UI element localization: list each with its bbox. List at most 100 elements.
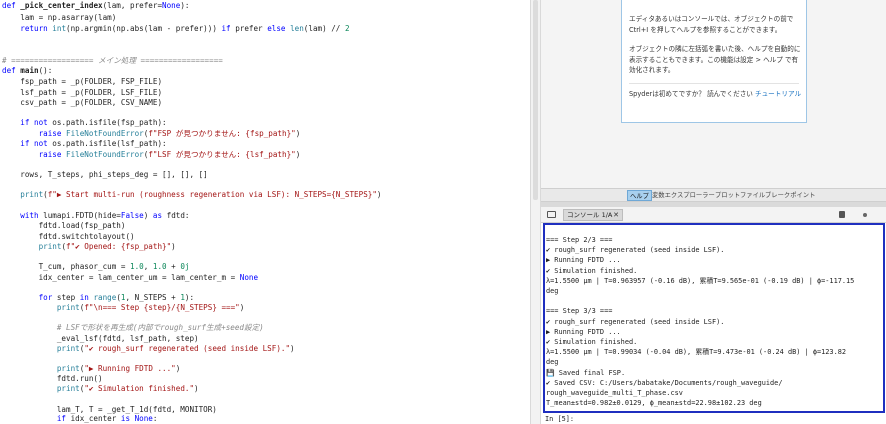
code-token: ): [290, 344, 295, 353]
code-line[interactable]: print("✔ Simulation finished."): [2, 384, 199, 394]
tab-help[interactable]: ヘルプ: [627, 190, 652, 201]
help-pane: エディタあるいはコンソールでは、オブジェクトの前で Ctrl+I を押してヘルプ…: [541, 0, 886, 188]
code-token: ):: [184, 293, 195, 302]
code-line[interactable]: for step in range(1, N_STEPS + 1):: [2, 293, 195, 303]
code-line[interactable]: if not os.path.isfile(fsp_path):: [2, 118, 166, 128]
console-line: deg: [546, 287, 559, 295]
console-line: ✔ rough_surf regenerated (seed inside LS…: [546, 246, 725, 255]
options-menu-icon[interactable]: [863, 213, 867, 217]
code-line[interactable]: print("▶ Running FDTD ..."): [2, 364, 180, 374]
tab-breakpoints[interactable]: ブレークポイント: [763, 190, 817, 201]
code-token: fdtd:: [162, 211, 190, 220]
console-header: コンソール 1/A ✕: [541, 207, 886, 223]
code-line[interactable]: if not os.path.isfile(lsf_path):: [2, 139, 167, 149]
code-token: 1.0: [130, 262, 144, 271]
console-line: ✔ rough_surf regenerated (seed inside LS…: [546, 317, 725, 326]
code-token: FileNotFoundError: [66, 150, 144, 159]
code-token: ): [171, 242, 176, 251]
code-token: f"✔ Opened: {fsp_path}": [66, 242, 172, 251]
code-token: f"\n=== Step {step}/{N_STEPS} ===": [84, 303, 240, 312]
code-token: f"▶ Start multi-run (roughness regenerat…: [47, 190, 377, 199]
code-token: fdtd.run(): [2, 374, 103, 383]
code-token: is None: [120, 414, 153, 423]
close-icon[interactable]: ✕: [613, 210, 619, 220]
code-token: os.path.isfile(lsf_path):: [52, 139, 167, 148]
code-token: fdtd.load(fsp_path): [2, 221, 126, 230]
code-line[interactable]: lam = np.asarray(lam): [2, 13, 116, 23]
code-token: "✔ Simulation finished.": [84, 384, 195, 393]
code-token: ): [376, 190, 382, 199]
code-line[interactable]: def _pick_center_index(lam, prefer=None)…: [2, 1, 189, 11]
console-line: ✔ Saved CSV: C:/Users/babatake/Documents…: [546, 378, 783, 387]
help-text-auto-help: オブジェクトの隣に左括弧を書いた後、ヘルプを自動的に表示することもできます。この…: [629, 45, 801, 74]
console-output[interactable]: === Step 2/3 === ✔ rough_surf regenerated…: [543, 223, 885, 413]
tutorial-prompt: Spyderは初めてですか？ 読んでください: [629, 90, 755, 98]
code-token: # LSFで形状を再生成(内部でrough_surf生成+seed設定): [2, 323, 264, 332]
code-line[interactable]: T_cum, phasor_cum = 1.0, 1.0 + 0j: [2, 262, 190, 272]
code-token: print: [2, 344, 80, 353]
code-line[interactable]: fsp_path = _p(FOLDER, FSP_FILE): [2, 77, 162, 87]
code-token: ):: [180, 1, 190, 10]
code-token: lumapi.FDTD(hide=: [43, 211, 121, 220]
code-token: T_cum, phasor_cum =: [2, 262, 131, 271]
code-token: def: [2, 1, 21, 10]
code-token: if not: [2, 118, 53, 127]
folder-icon[interactable]: [547, 211, 556, 218]
code-token: ): [295, 129, 301, 138]
code-line[interactable]: def main():: [2, 66, 52, 76]
console-line: λ=1.5500 µm | T=0.963957 (-0.16 dB), 累積T…: [546, 276, 855, 285]
code-token: len: [290, 24, 304, 33]
code-line[interactable]: lsf_path = _p(FOLDER, LSF_FILE): [2, 88, 162, 98]
code-editor[interactable]: def _pick_center_index(lam, prefer=None)…: [0, 0, 530, 424]
code-line[interactable]: csv_path = _p(FOLDER, CSV_NAME): [2, 98, 162, 108]
code-token: fsp_path = _p(FOLDER, FSP_FILE): [2, 77, 163, 86]
code-token: _eval_lsf(fdtd, lsf_path, step): [2, 334, 199, 343]
code-line[interactable]: raise FileNotFoundError(f"FSP が見つかりません: …: [2, 129, 301, 139]
code-token: print: [2, 190, 44, 199]
code-token: with: [2, 211, 44, 220]
code-token: raise: [2, 150, 67, 159]
code-line[interactable]: # LSFで形状を再生成(内部でrough_surf生成+seed設定): [2, 323, 264, 333]
code-line[interactable]: print(f"\n=== Step {step}/{N_STEPS} ==="…: [2, 303, 244, 313]
console-line: === Step 3/3 ===: [546, 307, 613, 316]
code-line[interactable]: fdtd.switchtolayout(): [2, 232, 135, 242]
code-token: fdtd.switchtolayout(): [2, 232, 135, 241]
code-token: ): [175, 364, 181, 373]
code-line[interactable]: raise FileNotFoundError(f"LSF が見つかりません: …: [2, 150, 301, 160]
code-token: lsf_path = _p(FOLDER, LSF_FILE): [2, 88, 163, 97]
help-text-ctrl-i: エディタあるいはコンソールでは、オブジェクトの前で Ctrl+I を押してヘルプ…: [629, 15, 794, 34]
code-line[interactable]: print(f"▶ Start multi-run (roughness reg…: [2, 190, 381, 200]
code-token: in: [79, 293, 94, 302]
console-line: === Step 2/3 ===: [546, 236, 613, 244]
console-prompt[interactable]: In [5]:: [545, 415, 574, 424]
code-line[interactable]: _eval_lsf(fdtd, lsf_path, step): [2, 334, 199, 344]
code-token: if: [2, 414, 71, 423]
code-line[interactable]: print(f"✔ Opened: {fsp_path}"): [2, 242, 176, 252]
tutorial-link[interactable]: チュートリアル: [755, 90, 801, 98]
code-token: for: [2, 293, 57, 302]
code-token: ): [194, 384, 199, 393]
pane-tabs-bar: ヘルプ 変数エクスプローラー プロット ファイル ブレークポイント: [541, 188, 886, 202]
code-token: 2: [344, 24, 350, 33]
code-token: ,: [143, 262, 153, 271]
code-line[interactable]: rows, T_steps, phi_steps_deg = [], [], […: [2, 170, 207, 180]
code-token: idx_center = lam_center_um = lam_center_…: [2, 273, 240, 282]
code-line[interactable]: return int(np.argmin(np.abs(lam - prefer…: [2, 24, 350, 34]
code-token: print: [2, 364, 80, 373]
code-line[interactable]: idx_center = lam_center_um = lam_center_…: [2, 273, 258, 283]
code-token: FileNotFoundError: [66, 129, 144, 138]
tab-variable-explorer[interactable]: 変数エクスプローラー: [650, 190, 717, 201]
help-text-tutorial: Spyderは初めてですか？ 読んでください チュートリアル: [629, 89, 803, 100]
code-line[interactable]: # ================== メイン処理 =============…: [2, 56, 223, 66]
code-token: lam = np.asarray(lam): [2, 13, 117, 22]
tab-console[interactable]: コンソール 1/A ✕: [563, 209, 623, 221]
code-token: _pick_center_index: [20, 1, 103, 10]
copy-icon[interactable]: [839, 211, 845, 218]
editor-scrollbar[interactable]: [533, 0, 538, 200]
code-token: csv_path = _p(FOLDER, CSV_NAME): [2, 98, 163, 107]
code-line[interactable]: fdtd.run(): [2, 374, 103, 384]
code-line[interactable]: print("✔ rough_surf regenerated (seed in…: [2, 344, 295, 354]
code-line[interactable]: with lumapi.FDTD(hide=False) as fdtd:: [2, 211, 190, 221]
code-token: (np.argmin(np.abs(lam - prefer))): [66, 24, 222, 33]
code-line[interactable]: fdtd.load(fsp_path): [2, 221, 126, 231]
